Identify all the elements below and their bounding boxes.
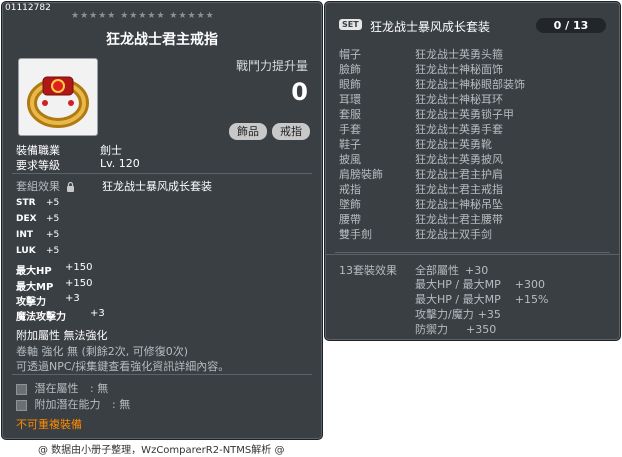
stat-max-mp: 最大MP +150 [16, 278, 93, 293]
item-name: 狂龙战士君主戒指 [106, 32, 218, 48]
additional-potential-row: 附加潛在能力 : 無 [16, 396, 130, 412]
set-tooltip: SET 狂龙战士暴风成长套装 0 / 13 帽子 狂龙战士英勇头箍 臉飾 狂龙战士神… [324, 1, 621, 273]
set-piece-row: 帽子 狂龙战士英勇头箍 [339, 48, 503, 61]
set-piece-row: 肩膀裝飾 狂龙战士君主护肩 [339, 168, 503, 181]
item-icon-frame [18, 58, 98, 136]
set-badge: SET [339, 19, 362, 30]
additional-potential-checkbox [16, 399, 27, 411]
set-effects-panel: 13套裝效果 全部屬性 +30 最大HP / 最大MP +300 最大HP / 最大… [324, 254, 621, 341]
power-label: 戰鬥力提升量 [235, 59, 308, 73]
stat-attack: 攻擊力 +3 [16, 293, 80, 308]
set-label: 套組效果 [16, 180, 60, 193]
stat-str: STR +5 [16, 198, 60, 208]
stat-luk: LUK +5 [16, 246, 60, 256]
potential-value: : 無 [90, 382, 109, 395]
lock-icon [66, 181, 74, 192]
stat-dex: DEX +5 [16, 214, 60, 224]
set-piece-row: 眼飾 狂龙战士神秘眼部装饰 [339, 78, 525, 91]
divider [12, 374, 312, 375]
set-piece-row: 披風 狂龙战士英勇披风 [339, 153, 503, 166]
set-title: 狂龙战士暴风成长套装 [370, 20, 491, 34]
scroll-info: 卷軸 強化 無 (剩餘2次, 可修復0次) [16, 345, 189, 358]
potential-row: 潛在屬性 : 無 [16, 380, 108, 396]
level-label: 要求等級 [16, 159, 60, 172]
set-piece-row: 耳環 狂龙战士神秘耳环 [339, 93, 503, 106]
set-piece-row: 臉飾 狂龙战士神秘面饰 [339, 63, 503, 76]
set-effect-row: 最大HP / 最大MP +15% [415, 293, 549, 306]
npc-hint: 可透過NPC/採集鍵查看強化資訊詳細內容。 [16, 360, 230, 373]
stat-int: INT +5 [16, 230, 60, 240]
set-piece-row: 套服 狂龙战士英勇锁子甲 [339, 108, 514, 121]
set-effect-row: 防禦力 +350 [415, 323, 497, 336]
level-value: Lv. 120 [100, 157, 140, 170]
stat-magic-attack: 魔法攻擊力 +3 [16, 308, 105, 323]
job-value: 劍士 [100, 144, 122, 157]
additional-potential-label: 附加潛在能力 [34, 398, 101, 411]
category-tag-ring: 戒指 [272, 123, 310, 140]
additional-attribute: 附加屬性 無法強化 [16, 329, 108, 342]
job-label: 裝備職業 [16, 144, 60, 157]
set-piece-row: 腰帶 狂龙战士君主腰带 [339, 213, 503, 226]
level-row: 要求等級 Lv. 120 [16, 157, 140, 173]
stat-max-hp: 最大HP +150 [16, 262, 93, 277]
additional-potential-value: : 無 [112, 398, 131, 411]
set-row: 套組效果 狂龙战士暴风成长套装 [16, 178, 212, 194]
unique-equip-note: 不可重複裝備 [16, 418, 82, 431]
footer-credit: @ 数据由小册子整理，WzComparerR2-NTMS解析 @ [38, 445, 285, 456]
set-piece-row: 墜飾 狂龙战士神秘吊坠 [339, 198, 503, 211]
set-value: 狂龙战士暴风成长套装 [102, 180, 212, 193]
item-id: 01112782 [5, 3, 51, 13]
set-effect-row: 最大HP / 最大MP +300 [415, 278, 545, 291]
set-piece-row: 鞋子 狂龙战士英勇靴 [339, 138, 492, 151]
set-effect-label: 13套裝效果 [339, 264, 397, 277]
potential-checkbox [16, 383, 27, 395]
set-piece-row: 手套 狂龙战士英勇手套 [339, 123, 503, 136]
job-row: 裝備職業 劍士 [16, 142, 122, 158]
divider [335, 252, 610, 253]
set-piece-row: 戒指 狂龙战士君主戒指 [339, 183, 503, 196]
item-tooltip: 01112782 ★★★★★ ★★★★★ ★★★★★ 狂龙战士君主戒指 戰鬥力提… [1, 1, 323, 440]
divider [12, 173, 312, 174]
set-piece-row: 雙手劍 狂龙战士双手剑 [339, 228, 492, 241]
set-count: 0 / 13 [536, 18, 606, 33]
power-value: 0 [291, 78, 308, 106]
category-tag-accessory: 飾品 [229, 123, 267, 140]
set-effect-row: 攻擊力/魔力 +35 [415, 308, 501, 321]
ring-icon [27, 76, 89, 128]
star-force-stars: ★★★★★ ★★★★★ ★★★★★ [71, 11, 215, 21]
potential-label: 潛在屬性 [34, 382, 79, 395]
